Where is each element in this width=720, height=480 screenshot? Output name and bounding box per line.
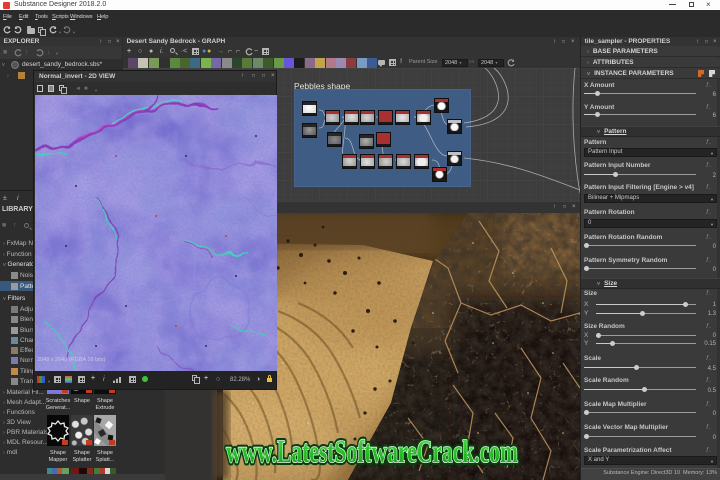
svg-text:www.LatestSoftwareCrack.com: www.LatestSoftwareCrack.com (226, 433, 518, 469)
